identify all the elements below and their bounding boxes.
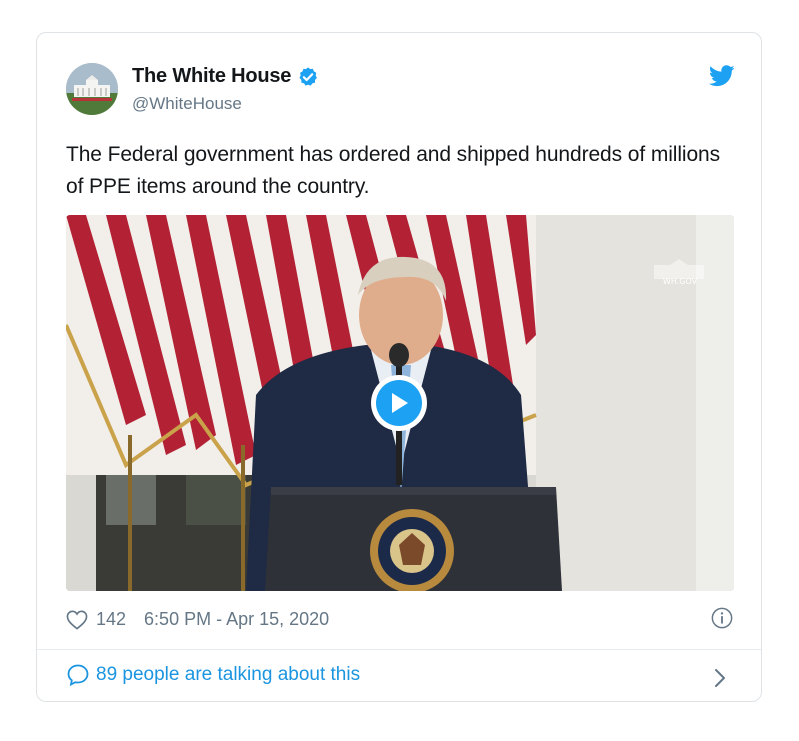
info-icon[interactable] [711,607,733,629]
conversation-count-label[interactable]: 89 people are talking about this [96,664,360,686]
tweet-text: The Federal government has ordered and s… [66,143,721,198]
play-icon [392,393,408,413]
twitter-bird-icon[interactable] [709,65,735,87]
author-handle[interactable]: @WhiteHouse [132,94,242,114]
white-house-avatar-image [66,63,118,115]
verified-badge-icon [299,66,318,86]
video-player[interactable]: WH.GOV [66,215,734,591]
author-name[interactable]: The White House [132,65,291,88]
heart-icon[interactable] [66,610,88,630]
avatar[interactable] [66,63,118,115]
like-count[interactable]: 142 [96,609,126,630]
play-button[interactable] [371,375,427,431]
author-row: The White House [132,65,319,88]
speech-bubble-icon [67,664,89,687]
chevron-right-icon[interactable] [713,667,727,689]
tweet-card[interactable]: The White House @WhiteHouse The Federal … [36,32,762,702]
play-button-inner [376,380,422,426]
conversation-link[interactable]: 89 people are talking about this [66,663,360,687]
tweet-timestamp[interactable]: 6:50 PM - Apr 15, 2020 [144,609,329,630]
divider [37,649,761,650]
wh-gov-label: WH.GOV [662,277,698,286]
tweet-meta-row: 142 6:50 PM - Apr 15, 2020 [66,609,329,630]
